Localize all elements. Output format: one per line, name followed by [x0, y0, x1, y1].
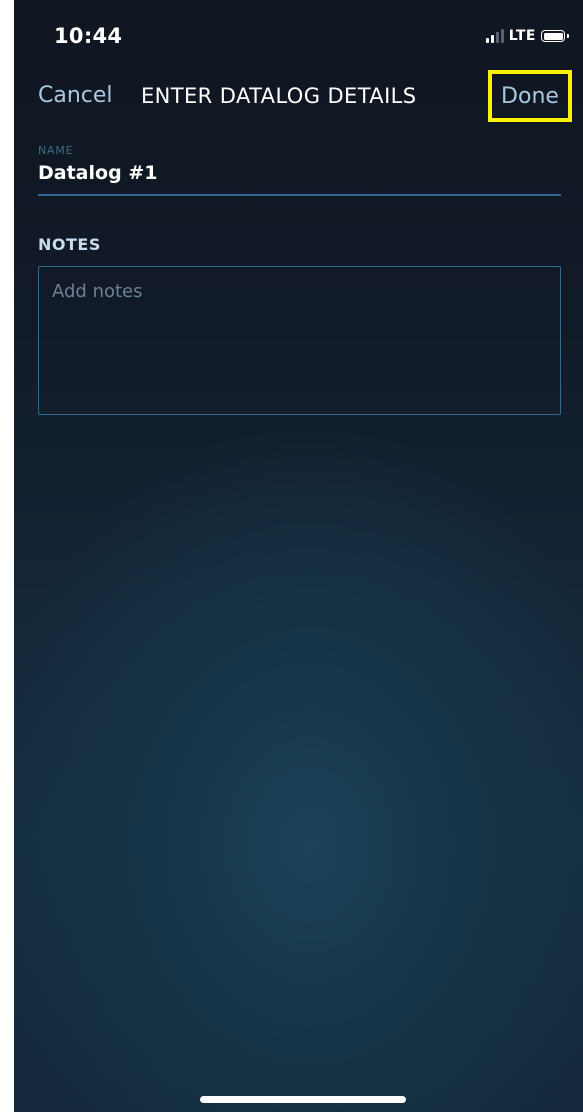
battery-icon	[541, 30, 569, 42]
done-button[interactable]: Done	[488, 70, 572, 122]
name-input[interactable]: Datalog #1	[38, 162, 561, 190]
status-indicators: LTE	[485, 26, 569, 46]
name-field-label: NAME	[38, 144, 74, 157]
notes-label: NOTES	[38, 235, 101, 254]
status-time: 10:44	[54, 24, 123, 48]
name-field-underline	[38, 194, 561, 196]
signal-strength-icon	[485, 29, 504, 43]
datalog-details-screen: 10:44 LTE Cancel ENTER DATALOG DETAILS D…	[14, 0, 583, 1112]
network-type-label: LTE	[508, 28, 536, 44]
home-indicator[interactable]	[200, 1096, 406, 1103]
cancel-button[interactable]: Cancel	[38, 83, 113, 108]
name-field[interactable]: NAME Datalog #1	[38, 144, 561, 196]
navigation-bar: Cancel ENTER DATALOG DETAILS Done	[14, 70, 583, 124]
status-bar: 10:44 LTE	[14, 0, 583, 70]
notes-textarea[interactable]	[38, 266, 561, 415]
page-title: ENTER DATALOG DETAILS	[141, 84, 417, 108]
